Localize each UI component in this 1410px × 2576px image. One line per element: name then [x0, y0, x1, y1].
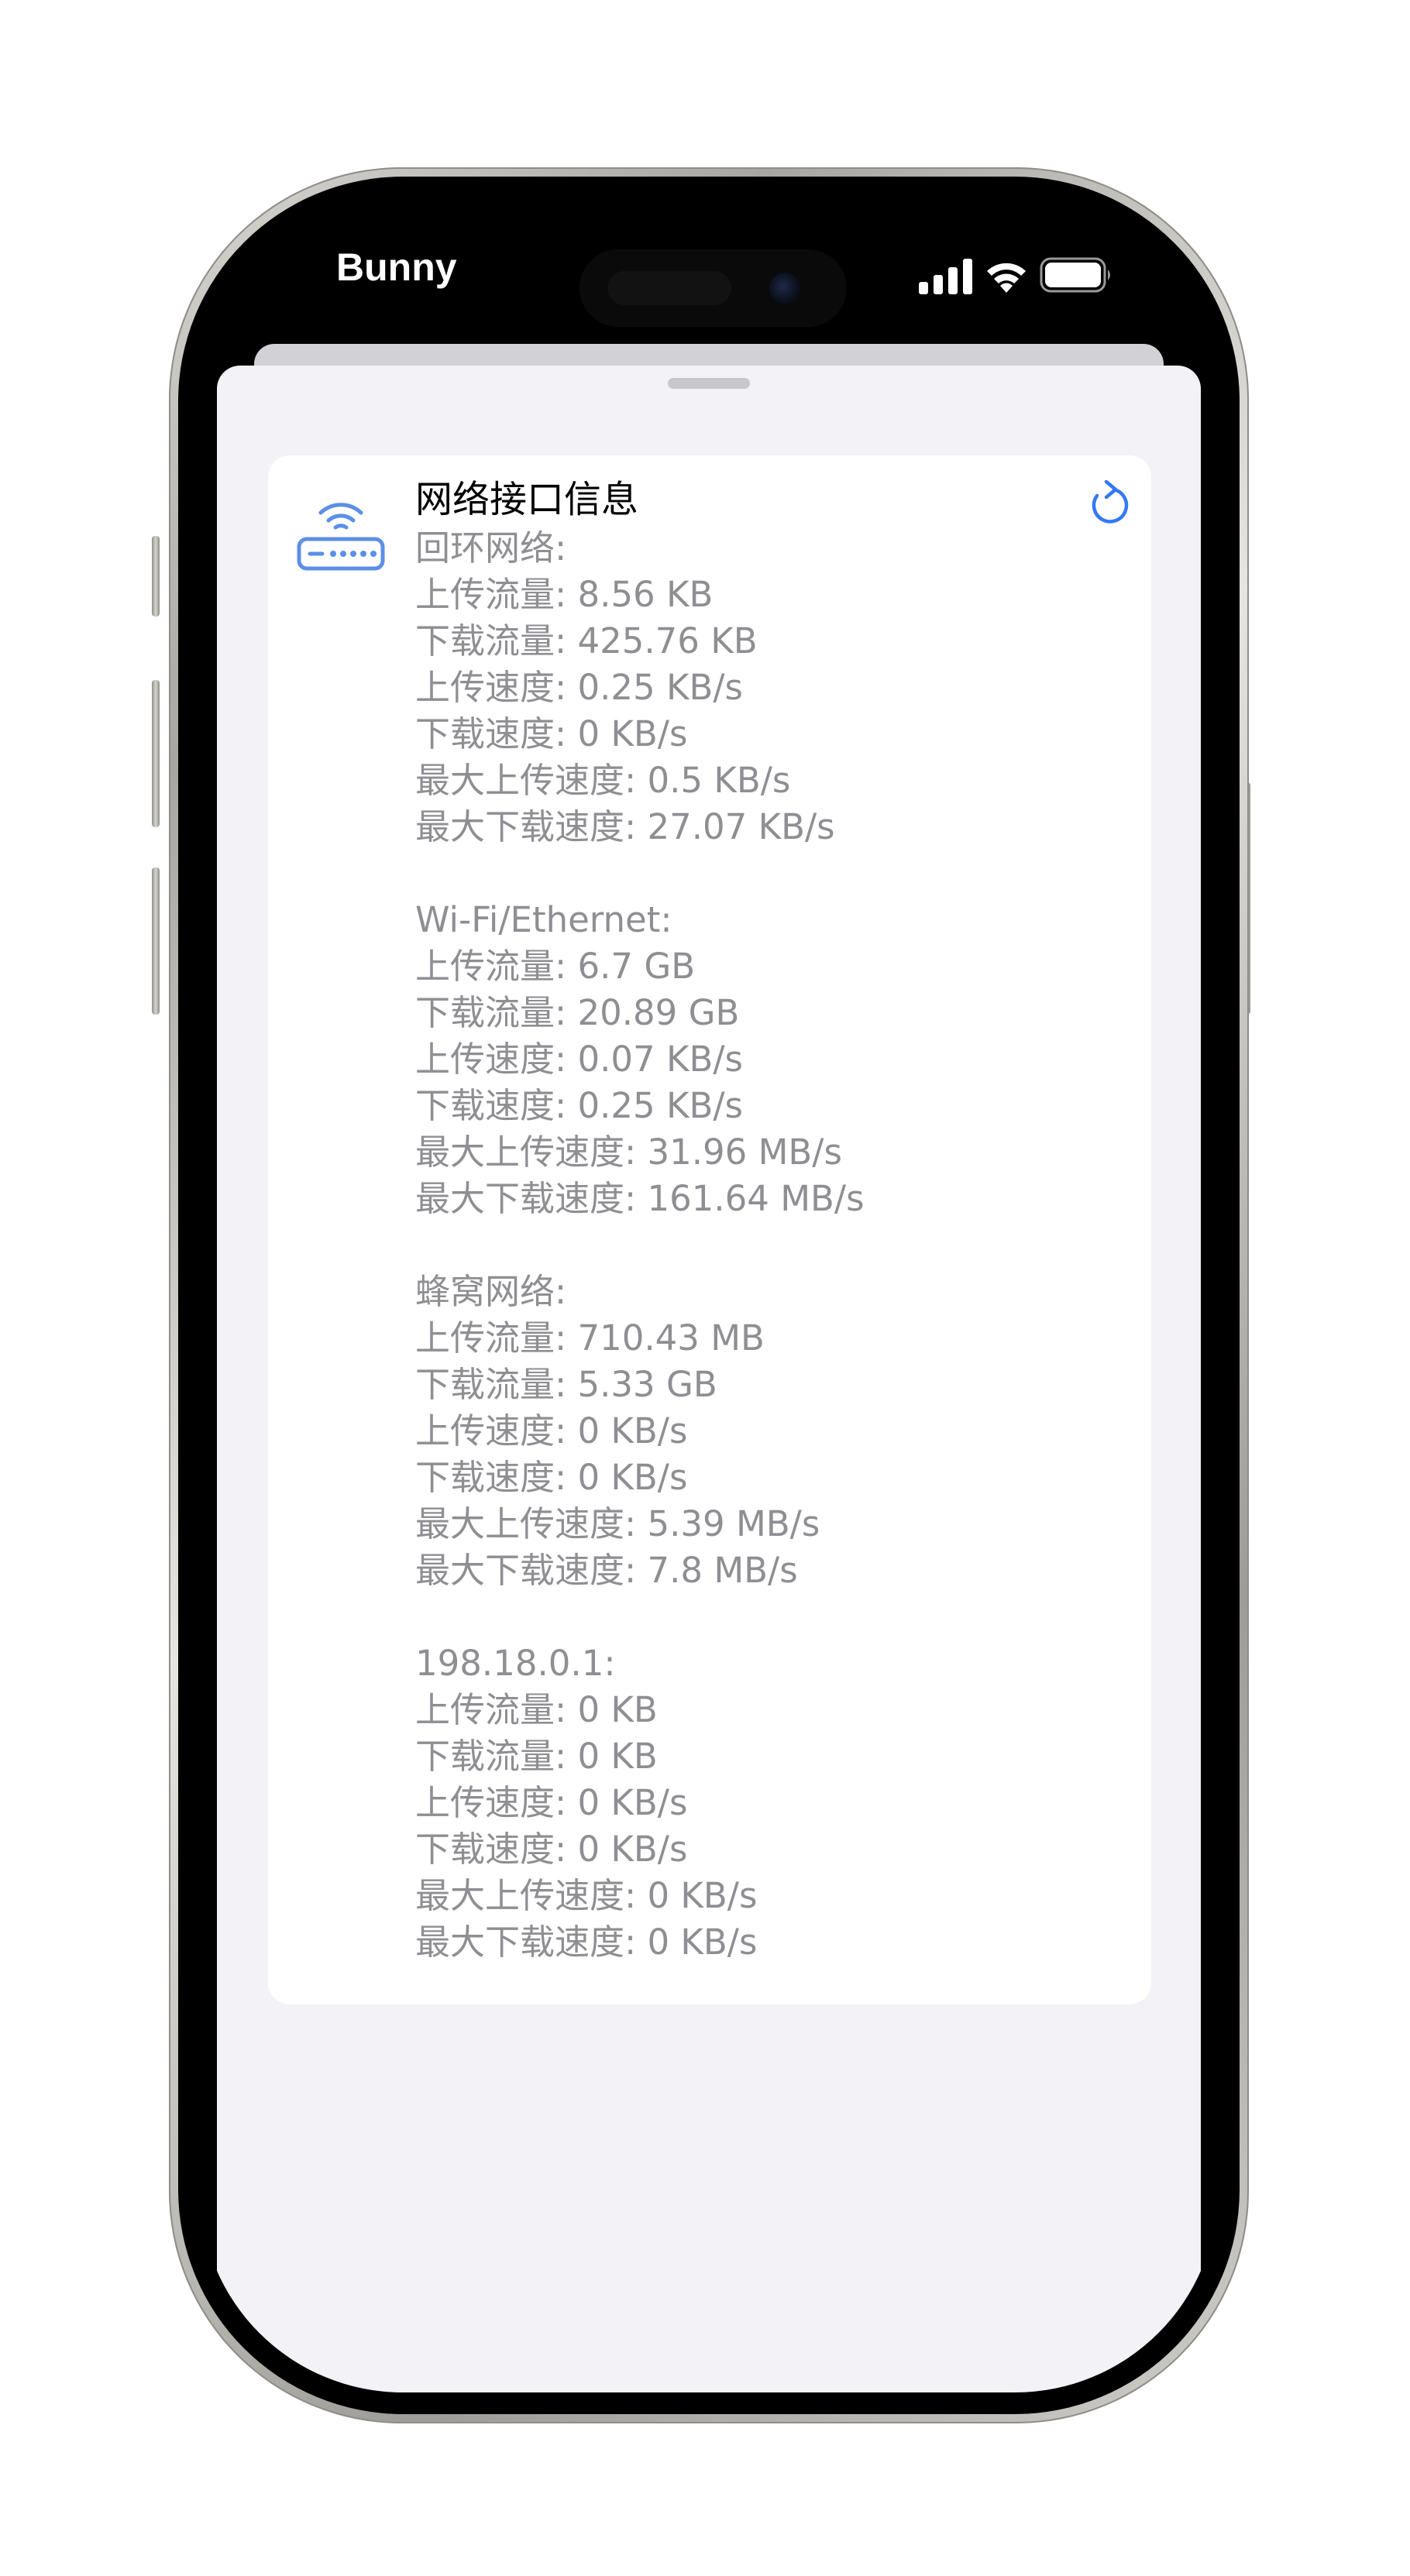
- carrier-name: Bunny: [336, 246, 457, 289]
- max-download-speed: 最大下载速度: 7.8 MB/s: [415, 1550, 798, 1591]
- section-name: Wi-Fi/Ethernet:: [415, 899, 672, 940]
- dynamic-island: [579, 249, 847, 327]
- sheet-grabber[interactable]: [668, 378, 750, 389]
- download-traffic: 下载流量: 20.89 GB: [415, 992, 740, 1033]
- interface-section-ip: 198.18.0.1: 上传流量: 0 KB 下载流量: 0 KB 上传速度: …: [415, 1640, 1097, 1966]
- max-upload-speed: 最大上传速度: 0 KB/s: [415, 1875, 758, 1916]
- max-upload-speed: 最大上传速度: 31.96 MB/s: [415, 1132, 842, 1173]
- upload-traffic: 上传流量: 710.43 MB: [415, 1317, 765, 1358]
- download-traffic: 下载流量: 425.76 KB: [415, 620, 758, 661]
- section-name: 回环网络:: [415, 527, 567, 568]
- max-upload-speed: 最大上传速度: 5.39 MB/s: [415, 1503, 820, 1544]
- upload-speed: 上传速度: 0 KB/s: [415, 1410, 688, 1451]
- download-speed: 下载速度: 0 KB/s: [415, 713, 688, 754]
- card-title: 网络接口信息: [415, 478, 639, 521]
- canvas: Bunny 网络接口信息 回环网络: 上传流量: 8.56 KB 下载流量: 4…: [0, 0, 1410, 2576]
- bottom-sheet: 网络接口信息 回环网络: 上传流量: 8.56 KB 下载流量: 425.76 …: [217, 366, 1201, 2392]
- upload-speed: 上传速度: 0 KB/s: [415, 1782, 688, 1823]
- max-download-speed: 最大下载速度: 27.07 KB/s: [415, 806, 835, 847]
- action-button: [152, 536, 160, 617]
- max-upload-speed: 最大上传速度: 0.5 KB/s: [415, 760, 791, 801]
- wifi-icon: [987, 263, 1026, 293]
- upload-traffic: 上传流量: 6.7 GB: [415, 946, 696, 987]
- download-traffic: 下载流量: 5.33 GB: [415, 1364, 717, 1405]
- download-speed: 下载速度: 0 KB/s: [415, 1457, 688, 1498]
- download-traffic: 下载流量: 0 KB: [415, 1736, 658, 1777]
- front-camera: [769, 273, 800, 304]
- island-sensor: [607, 271, 731, 305]
- max-download-speed: 最大下载速度: 161.64 MB/s: [415, 1178, 865, 1219]
- upload-speed: 上传速度: 0.07 KB/s: [415, 1039, 743, 1080]
- section-name: 蜂窝网络:: [415, 1271, 567, 1312]
- battery-icon: [1040, 257, 1110, 293]
- cellular-signal-icon: [919, 259, 972, 294]
- interface-section-wifi-ethernet: Wi-Fi/Ethernet: 上传流量: 6.7 GB 下载流量: 20.89…: [415, 897, 1097, 1222]
- card-content: 网络接口信息 回环网络: 上传流量: 8.56 KB 下载流量: 425.76 …: [415, 474, 1097, 1966]
- section-name: 198.18.0.1:: [415, 1643, 616, 1684]
- status-bar: Bunny: [200, 198, 1218, 345]
- interface-section-cellular: 蜂窝网络: 上传流量: 710.43 MB 下载流量: 5.33 GB 上传速度…: [415, 1269, 1097, 1594]
- volume-up-button: [152, 680, 160, 827]
- network-interface-card: 网络接口信息 回环网络: 上传流量: 8.56 KB 下载流量: 425.76 …: [268, 455, 1151, 2004]
- volume-down-button: [152, 867, 160, 1015]
- upload-traffic: 上传流量: 0 KB: [415, 1689, 658, 1730]
- interface-section-loopback: 回环网络: 上传流量: 8.56 KB 下载流量: 425.76 KB 上传速度…: [415, 525, 1097, 850]
- phone-screen: Bunny 网络接口信息 回环网络: 上传流量: 8.56 KB 下载流量: 4…: [200, 198, 1218, 2392]
- max-download-speed: 最大下载速度: 0 KB/s: [415, 1922, 758, 1963]
- download-speed: 下载速度: 0 KB/s: [415, 1829, 688, 1870]
- upload-speed: 上传速度: 0.25 KB/s: [415, 667, 743, 708]
- upload-traffic: 上传流量: 8.56 KB: [415, 574, 714, 615]
- router-icon: [297, 503, 385, 571]
- download-speed: 下载速度: 0.25 KB/s: [415, 1085, 743, 1126]
